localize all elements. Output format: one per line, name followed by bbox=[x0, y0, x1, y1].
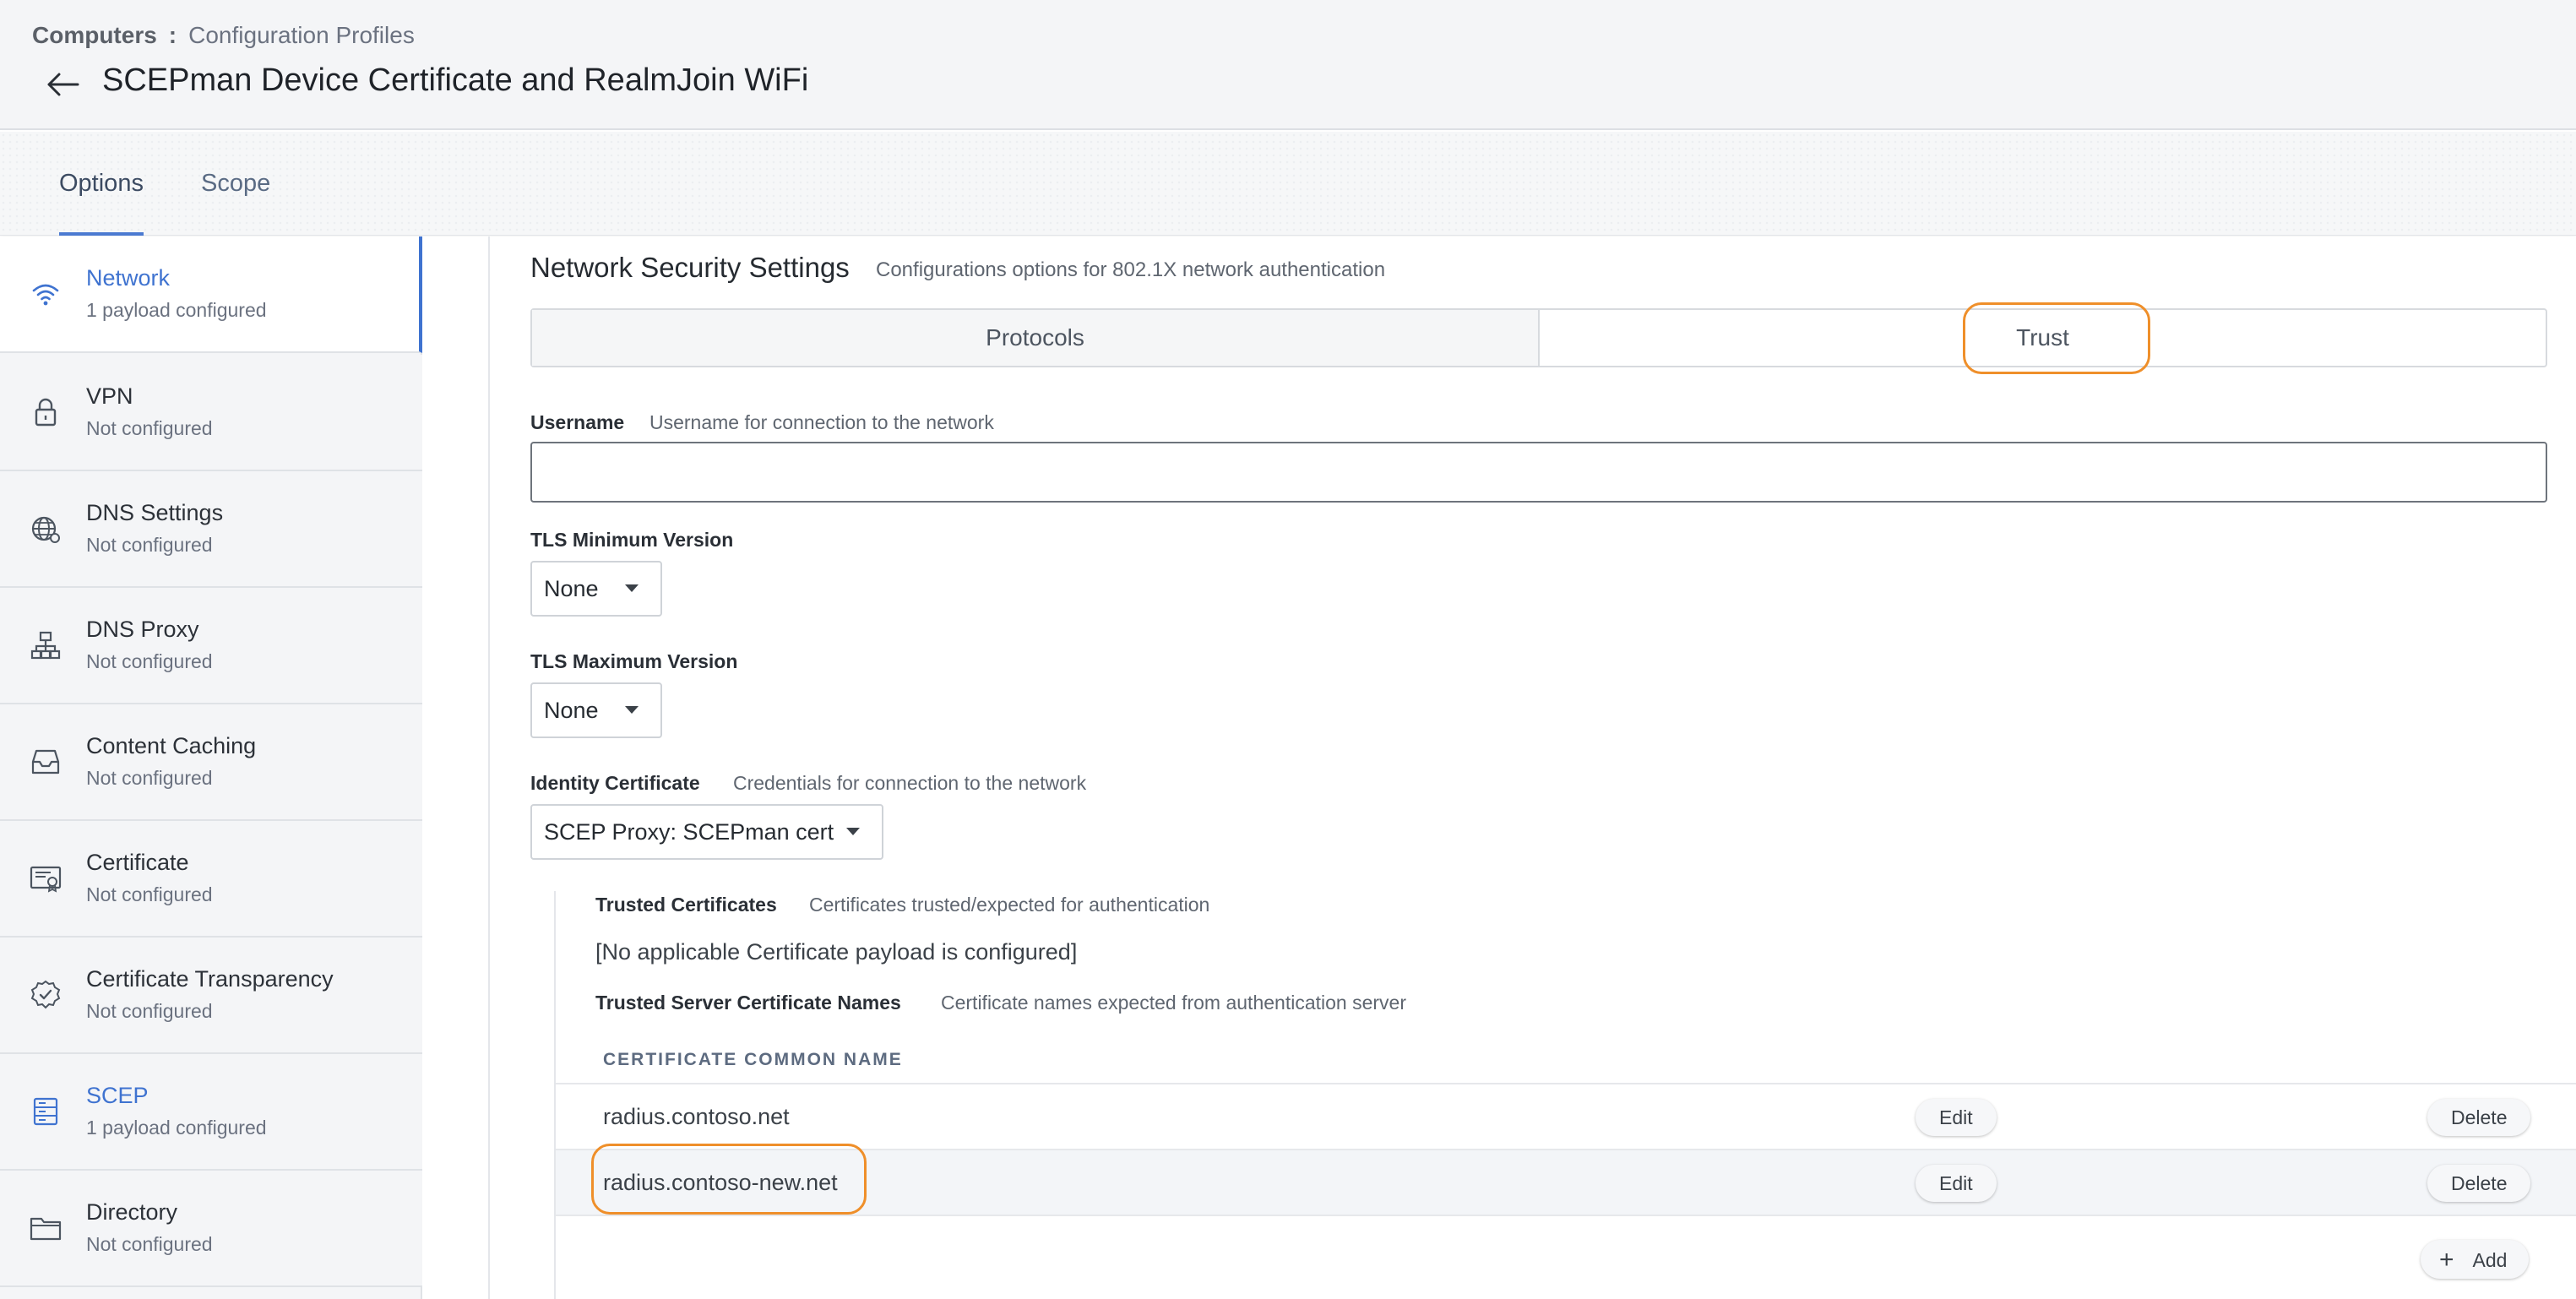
sidebar-item-label: SCEP bbox=[86, 1083, 149, 1108]
section-title: Network Security Settings bbox=[530, 252, 850, 283]
sidebar-item-status: 1 payload configured bbox=[86, 1117, 267, 1139]
sidebar-item-label: VPN bbox=[86, 383, 133, 409]
certificate-icon bbox=[30, 866, 62, 893]
server-names-hint: Certificate names expected from authenti… bbox=[941, 992, 1406, 1014]
tray-icon bbox=[31, 749, 60, 775]
plus-icon: + bbox=[2439, 1246, 2454, 1274]
tab-options[interactable]: Options bbox=[59, 132, 144, 236]
sidebar-item-label: DNS Settings bbox=[86, 500, 224, 525]
verified-badge-icon bbox=[30, 980, 61, 1009]
table-row: radius.contoso-new.net Edit Delete bbox=[556, 1149, 2576, 1216]
lock-icon bbox=[35, 398, 57, 427]
edit-button[interactable]: Edit bbox=[1916, 1099, 1997, 1136]
trust-segment[interactable]: Trust bbox=[1540, 310, 2546, 366]
common-name-cell: radius.contoso-new.net bbox=[603, 1170, 838, 1195]
chevron-down-icon bbox=[625, 706, 639, 714]
sidebar-item-label: DNS Proxy bbox=[86, 617, 199, 642]
sidebar-item-certificate-transparency[interactable]: Certificate Transparency Not configured bbox=[0, 938, 422, 1054]
tls-min-label: TLS Minimum Version bbox=[530, 529, 734, 551]
sidebar-item-status: Not configured bbox=[86, 417, 213, 439]
table-row: radius.contoso.net Edit Delete bbox=[556, 1083, 2576, 1149]
sidebar-item-status: Not configured bbox=[86, 1233, 213, 1255]
trusted-certificates-label: Trusted Certificates bbox=[595, 894, 777, 916]
breadcrumb-current[interactable]: Configuration Profiles bbox=[188, 22, 415, 48]
no-certificate-note: [No applicable Certificate payload is co… bbox=[595, 939, 1078, 965]
security-segmented-control: Protocols Trust bbox=[530, 308, 2547, 367]
username-hint: Username for connection to the network bbox=[649, 411, 994, 433]
sidebar-item-certificate[interactable]: Certificate Not configured bbox=[0, 821, 422, 938]
sidebar-item-network[interactable]: Network 1 payload configured bbox=[0, 236, 422, 353]
common-name-column-header: CERTIFICATE COMMON NAME bbox=[603, 1050, 903, 1069]
username-input[interactable] bbox=[530, 442, 2547, 503]
delete-button[interactable]: Delete bbox=[2427, 1165, 2531, 1202]
sidebar-item-label: Certificate bbox=[86, 850, 189, 875]
section-description: Configurations options for 802.1X networ… bbox=[876, 258, 1386, 281]
server-icon bbox=[33, 1097, 58, 1126]
chevron-down-icon bbox=[625, 584, 639, 592]
tls-max-select[interactable]: None bbox=[530, 682, 662, 738]
sidebar-item-label: Certificate Transparency bbox=[86, 966, 334, 992]
chevron-down-icon bbox=[846, 828, 860, 835]
sidebar-item-status: Not configured bbox=[86, 650, 213, 672]
sidebar-item-status: Not configured bbox=[86, 534, 213, 556]
sidebar-item-status: Not configured bbox=[86, 767, 213, 789]
protocols-segment[interactable]: Protocols bbox=[532, 310, 1540, 366]
hierarchy-icon bbox=[30, 631, 61, 660]
tls-min-value: None bbox=[544, 576, 599, 601]
content-divider bbox=[488, 236, 490, 1299]
breadcrumb-root[interactable]: Computers bbox=[32, 22, 157, 48]
breadcrumb-separator: : bbox=[168, 22, 177, 48]
delete-button[interactable]: Delete bbox=[2427, 1099, 2531, 1136]
back-arrow-icon[interactable] bbox=[44, 66, 81, 103]
sidebar-item-dns-proxy[interactable]: DNS Proxy Not configured bbox=[0, 588, 422, 704]
breadcrumb: Computers: Configuration Profiles bbox=[32, 22, 415, 49]
sidebar-item-status: 1 payload configured bbox=[86, 299, 267, 321]
sidebar-item-scep[interactable]: SCEP 1 payload configured bbox=[0, 1054, 422, 1171]
trusted-certificates-hint: Certificates trusted/expected for authen… bbox=[809, 894, 1210, 916]
add-button-label: Add bbox=[2472, 1249, 2508, 1271]
wifi-icon bbox=[32, 284, 59, 306]
tls-max-value: None bbox=[544, 698, 599, 723]
sidebar-item-label: Network bbox=[86, 265, 171, 291]
common-name-cell: radius.contoso.net bbox=[603, 1104, 790, 1129]
tls-min-select[interactable]: None bbox=[530, 561, 662, 617]
globe-icon bbox=[31, 516, 60, 543]
tls-max-label: TLS Maximum Version bbox=[530, 650, 738, 672]
identity-certificate-value: SCEP Proxy: SCEPman cert bbox=[544, 819, 834, 845]
page-title: SCEPman Device Certificate and RealmJoin… bbox=[102, 63, 809, 98]
username-label: Username bbox=[530, 411, 625, 433]
edit-button[interactable]: Edit bbox=[1916, 1165, 1997, 1202]
sidebar-item-directory[interactable]: Directory Not configured bbox=[0, 1171, 422, 1287]
page-header: Computers: Configuration Profiles SCEPman… bbox=[0, 0, 2576, 130]
server-names-label: Trusted Server Certificate Names bbox=[595, 992, 901, 1014]
tab-bar: Options Scope bbox=[0, 132, 2576, 236]
sidebar-item-dns-settings[interactable]: DNS Settings Not configured bbox=[0, 471, 422, 588]
identity-certificate-hint: Credentials for connection to the networ… bbox=[733, 772, 1087, 794]
sidebar-item-label: Directory bbox=[86, 1199, 178, 1225]
sidebar-item-content-caching[interactable]: Content Caching Not configured bbox=[0, 704, 422, 821]
sidebar-item-label: Content Caching bbox=[86, 733, 257, 758]
add-button[interactable]: + Add bbox=[2421, 1240, 2530, 1279]
sidebar-item-vpn[interactable]: VPN Not configured bbox=[0, 355, 422, 471]
payload-sidebar: Network 1 payload configured VPN Not con… bbox=[0, 236, 422, 1299]
folder-icon bbox=[30, 1217, 62, 1241]
tab-scope[interactable]: Scope bbox=[201, 132, 270, 236]
sidebar-item-status: Not configured bbox=[86, 883, 213, 905]
identity-certificate-label: Identity Certificate bbox=[530, 772, 700, 794]
identity-certificate-select[interactable]: SCEP Proxy: SCEPman cert bbox=[530, 804, 883, 860]
sidebar-item-status: Not configured bbox=[86, 1000, 213, 1022]
